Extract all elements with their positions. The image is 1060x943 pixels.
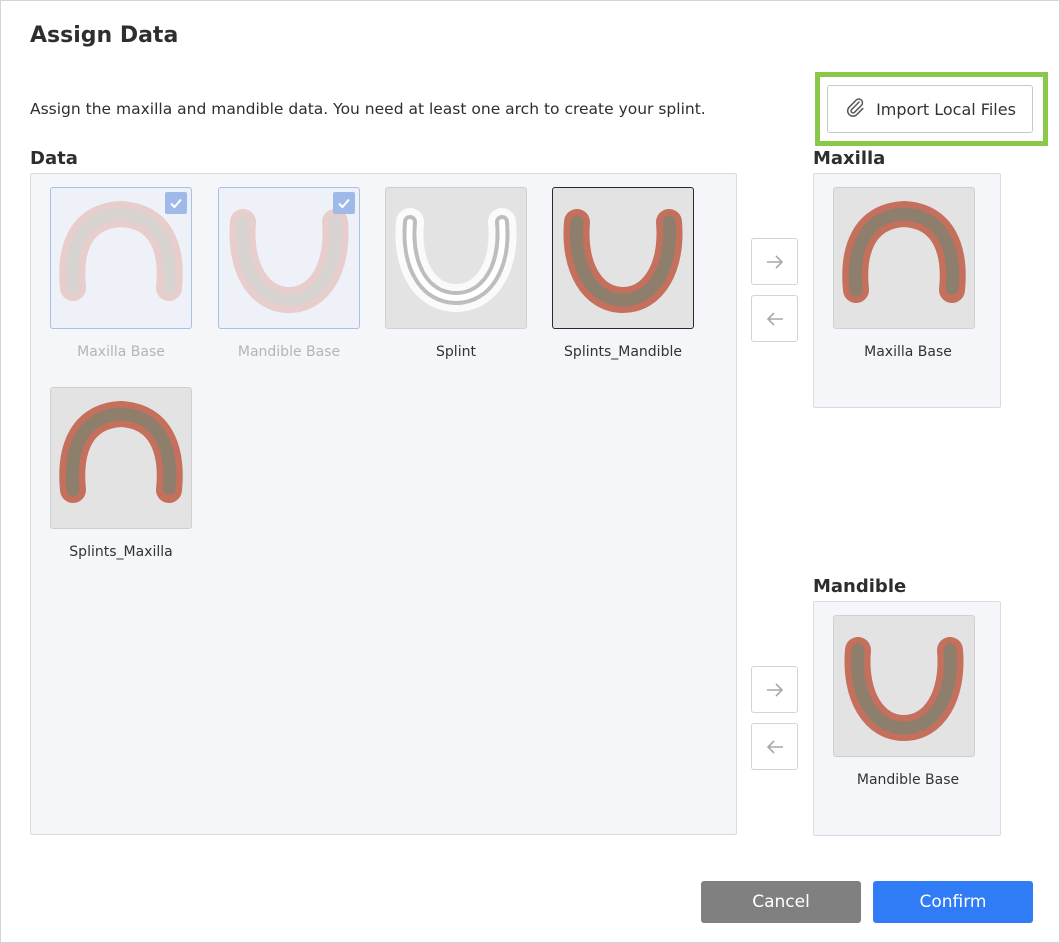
import-local-files-button[interactable]: Import Local Files (827, 85, 1033, 133)
maxilla-assigned-label: Maxilla Base (864, 344, 952, 360)
data-item-mandible-base[interactable] (218, 187, 360, 329)
maxilla-section-label: Maxilla (813, 148, 886, 169)
splints-mandible-thumbnail (563, 209, 683, 314)
data-item-splint[interactable] (385, 187, 527, 329)
data-item-label: Splint (436, 344, 476, 360)
arrow-right-icon (766, 254, 783, 269)
dialog-description: Assign the maxilla and mandible data. Yo… (30, 100, 706, 118)
paperclip-icon (844, 96, 866, 122)
data-item-label: Splints_Mandible (564, 344, 682, 360)
arrow-left-icon (766, 311, 783, 326)
dialog-title: Assign Data (30, 23, 179, 48)
import-local-files-label: Import Local Files (876, 99, 1016, 119)
checkbox-checked-icon (165, 192, 187, 214)
splint-thumbnail (395, 208, 517, 313)
maxilla-assigned-thumbnail (842, 200, 966, 303)
mandible-panel: Mandible Base (813, 601, 1001, 836)
data-panel: Maxilla Base Mandible Base Splint Splint… (30, 173, 737, 835)
assign-to-mandible-button[interactable] (751, 666, 798, 713)
cancel-button[interactable]: Cancel (701, 881, 861, 923)
assign-data-dialog: Assign Data Assign the maxilla and mandi… (0, 0, 1060, 943)
data-item-splints-maxilla[interactable] (50, 387, 192, 529)
splints-maxilla-thumbnail (59, 400, 183, 503)
data-item-maxilla-base[interactable] (50, 187, 192, 329)
data-item-splints-mandible[interactable] (552, 187, 694, 329)
mandible-assigned-thumbnail (844, 637, 964, 742)
maxilla-assigned-item[interactable] (833, 187, 975, 329)
remove-from-maxilla-button[interactable] (751, 295, 798, 342)
mandible-assigned-label: Mandible Base (856, 772, 960, 788)
arrow-right-icon (766, 682, 783, 697)
remove-from-mandible-button[interactable] (751, 723, 798, 770)
arrow-left-icon (766, 739, 783, 754)
data-item-label: Maxilla Base (77, 344, 165, 360)
data-section-label: Data (30, 148, 78, 169)
maxilla-panel: Maxilla Base (813, 173, 1001, 408)
confirm-button[interactable]: Confirm (873, 881, 1033, 923)
mandible-assigned-item[interactable] (833, 615, 975, 757)
data-item-label: Mandible Base (237, 344, 341, 360)
mandible-section-label: Mandible (813, 576, 907, 597)
checkbox-checked-icon (333, 192, 355, 214)
data-item-label: Splints_Maxilla (69, 544, 173, 560)
assign-to-maxilla-button[interactable] (751, 238, 798, 285)
